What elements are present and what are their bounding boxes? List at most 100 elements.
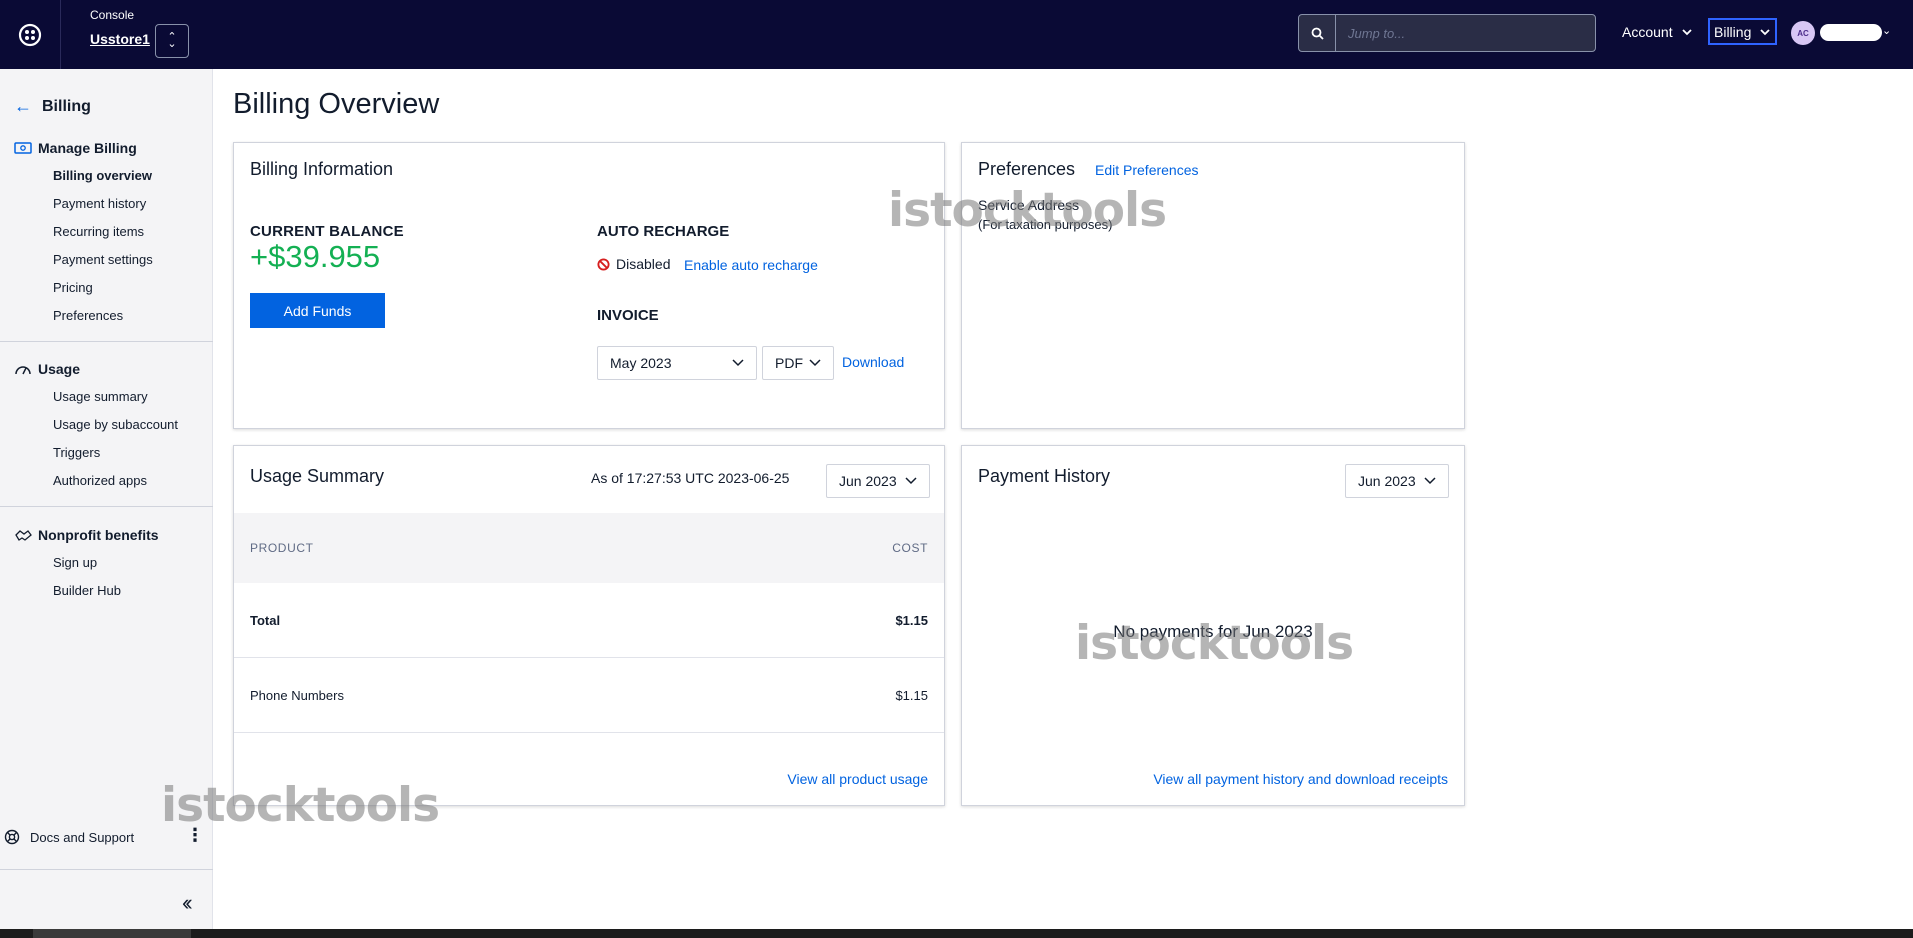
chevron-down-icon (1760, 28, 1770, 35)
chevron-down-icon: ⌄ (167, 38, 177, 50)
sidebar-item-authorized-apps[interactable]: Authorized apps (0, 467, 213, 495)
auto-recharge-label: AUTO RECHARGE (597, 223, 730, 240)
collapse-sidebar-icon[interactable]: ‹‹ (182, 890, 192, 916)
table-header: PRODUCT COST (234, 513, 944, 583)
view-all-payment-history-link[interactable]: View all payment history and download re… (1153, 771, 1448, 787)
usage-summary-title: Usage Summary (250, 466, 385, 486)
view-all-product-usage-link[interactable]: View all product usage (787, 771, 928, 787)
console-label: Console (90, 8, 135, 22)
current-balance-label: CURRENT BALANCE (250, 223, 404, 240)
payment-month-value: Jun 2023 (1358, 473, 1416, 489)
chevron-down-icon (1681, 29, 1692, 36)
nonprofit-heading: Nonprofit benefits (0, 525, 213, 545)
user-avatar[interactable]: AC (1791, 21, 1815, 45)
top-navigation-bar: Console Usstore1 ⌃ ⌄ Account Billing AC … (0, 0, 1913, 69)
invoice-label: INVOICE (597, 307, 659, 324)
lifebuoy-icon (4, 829, 20, 845)
column-header-product: PRODUCT (250, 541, 314, 555)
sidebar-item-payment-settings[interactable]: Payment settings (0, 246, 213, 274)
sidebar-item-pricing[interactable]: Pricing (0, 274, 213, 302)
invoice-month-value: May 2023 (610, 355, 672, 371)
auto-recharge-status: Disabled (597, 256, 670, 272)
usage-heading: Usage (0, 359, 213, 379)
sidebar-item-triggers[interactable]: Triggers (0, 439, 213, 467)
chevron-down-icon[interactable]: ⌄ (1882, 24, 1891, 37)
invoice-format-value: PDF (775, 355, 803, 371)
console-account-block: Console Usstore1 (90, 8, 150, 47)
page-title: Billing Overview (233, 88, 440, 120)
user-name-redacted[interactable] (1820, 24, 1882, 41)
sidebar-item-billing-overview[interactable]: Billing overview (0, 162, 213, 190)
taskbar-item[interactable] (33, 929, 191, 938)
back-to-billing-link[interactable]: ← Billing (14, 96, 91, 117)
table-row: Phone Numbers $1.15 (234, 658, 944, 733)
sidebar: ← Billing Manage Billing Billing overvie… (0, 69, 213, 929)
chevron-down-icon (905, 477, 917, 485)
sidebar-divider (0, 341, 213, 342)
jump-to-search (1298, 14, 1596, 52)
sidebar-divider (0, 506, 213, 507)
billing-information-title: Billing Information (250, 159, 394, 179)
sidebar-item-usage-summary[interactable]: Usage summary (0, 383, 213, 411)
product-cell: Total (250, 612, 281, 628)
account-menu-label: Account (1622, 24, 1673, 40)
sidebar-item-usage-by-subaccount[interactable]: Usage by subaccount (0, 411, 213, 439)
payment-history-card: Payment History Jun 2023 No payments for… (961, 445, 1465, 806)
chevron-down-icon (732, 359, 744, 367)
account-name-link[interactable]: Usstore1 (90, 31, 150, 47)
sidebar-item-payment-history[interactable]: Payment history (0, 190, 213, 218)
manage-billing-heading: Manage Billing (0, 138, 213, 158)
twilio-logo-icon[interactable] (0, 0, 61, 69)
more-options-icon[interactable]: ⋮ (186, 826, 204, 844)
edit-preferences-link[interactable]: Edit Preferences (1095, 162, 1199, 178)
preferences-title: Preferences (978, 159, 1076, 179)
sidebar-divider (0, 869, 213, 870)
sidebar-item-sign-up[interactable]: Sign up (0, 549, 213, 577)
auto-recharge-status-text: Disabled (616, 256, 671, 272)
chevron-down-icon (809, 359, 821, 367)
add-funds-button[interactable]: Add Funds (250, 293, 385, 328)
invoice-month-select[interactable]: May 2023 (597, 346, 757, 380)
account-menu[interactable]: Account (1622, 24, 1693, 40)
docs-and-support-link[interactable]: Docs and Support (4, 829, 204, 845)
usage-label: Usage (38, 361, 81, 377)
manage-billing-section: Manage Billing Billing overview Payment … (0, 138, 213, 330)
usage-section: Usage Usage summary Usage by subaccount … (0, 359, 213, 495)
billing-information-card: Billing Information CURRENT BALANCE +$39… (233, 142, 945, 429)
no-payments-message: No payments for Jun 2023 (1113, 622, 1313, 641)
sidebar-item-preferences[interactable]: Preferences (0, 302, 213, 330)
sidebar-item-recurring-items[interactable]: Recurring items (0, 218, 213, 246)
table-row: Total $1.15 (234, 583, 944, 658)
billing-icon (14, 142, 32, 154)
product-cell: Phone Numbers (250, 687, 344, 703)
handshake-icon (15, 530, 32, 541)
chevron-down-icon (1424, 477, 1436, 485)
usage-summary-card: Usage Summary As of 17:27:53 UTC 2023-06… (233, 445, 945, 806)
os-taskbar (0, 929, 1913, 938)
sidebar-item-builder-hub[interactable]: Builder Hub (0, 577, 213, 605)
column-header-cost: COST (892, 541, 928, 555)
preferences-card: Preferences Edit Preferences Service Add… (961, 142, 1465, 429)
disabled-icon (597, 257, 610, 271)
billing-menu[interactable]: Billing (1708, 18, 1778, 45)
enable-auto-recharge-link[interactable]: Enable auto recharge (684, 257, 818, 273)
payment-month-select[interactable]: Jun 2023 (1345, 464, 1449, 498)
nonprofit-label: Nonprofit benefits (38, 527, 159, 543)
manage-billing-label: Manage Billing (38, 140, 137, 156)
payment-history-title: Payment History (978, 466, 1111, 486)
cost-cell: $1.15 (895, 687, 928, 703)
sidebar-title: Billing (42, 97, 91, 115)
gauge-icon (15, 366, 31, 375)
download-invoice-link[interactable]: Download (842, 354, 904, 370)
current-balance-value: +$39.955 (250, 239, 381, 274)
invoice-format-select[interactable]: PDF (762, 346, 834, 380)
taxation-note: (For taxation purposes) (978, 217, 1113, 232)
usage-month-select[interactable]: Jun 2023 (826, 464, 930, 498)
account-switcher-button[interactable]: ⌃ ⌄ (155, 24, 189, 58)
service-address-label: Service Address (978, 197, 1080, 213)
usage-table: PRODUCT COST Total $1.15 Phone Numbers $… (234, 513, 944, 733)
jump-to-input[interactable] (1336, 15, 1595, 51)
usage-as-of-timestamp: As of 17:27:53 UTC 2023-06-25 (591, 470, 790, 486)
search-icon[interactable] (1299, 15, 1336, 51)
billing-menu-label: Billing (1714, 23, 1752, 40)
